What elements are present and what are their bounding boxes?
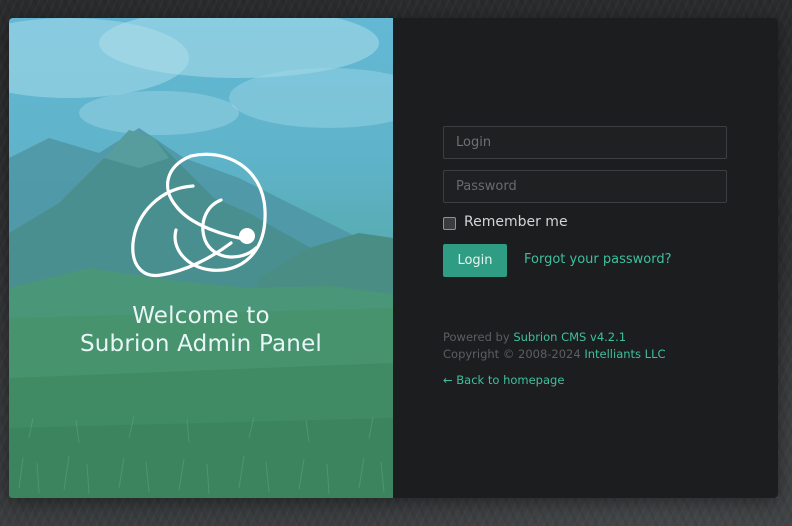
remember-me-checkbox[interactable] [443,217,456,230]
welcome-line-2: Subrion Admin Panel [79,331,323,357]
hero-panel: Welcome to Subrion Admin Panel [9,18,393,498]
hero-content: Welcome to Subrion Admin Panel [9,148,393,358]
subrion-logo-icon [131,152,267,278]
remember-me-label: Remember me [464,214,568,230]
login-card: Welcome to Subrion Admin Panel Remember … [9,18,778,498]
forgot-password-link[interactable]: Forgot your password? [524,252,672,267]
login-input[interactable] [443,126,727,159]
welcome-line-1: Welcome to [132,303,270,329]
credits: Powered by Subrion CMS v4.2.1 Copyright … [443,329,666,363]
remember-me-row[interactable]: Remember me [443,214,568,230]
powered-by-prefix: Powered by [443,330,510,344]
intelliants-link[interactable]: Intelliants LLC [584,347,665,361]
copyright-line: Copyright © 2008-2024 Intelliants LLC [443,346,666,363]
copyright-prefix: Copyright © 2008-2024 [443,347,581,361]
login-form-panel: Remember me Login Forgot your password? … [393,18,778,498]
login-button[interactable]: Login [443,244,507,277]
powered-by-line: Powered by Subrion CMS v4.2.1 [443,329,666,346]
password-input[interactable] [443,170,727,203]
back-to-homepage-link[interactable]: ← Back to homepage [443,373,564,387]
welcome-text: Welcome to Subrion Admin Panel [9,302,393,358]
subrion-cms-link[interactable]: Subrion CMS v4.2.1 [513,330,626,344]
